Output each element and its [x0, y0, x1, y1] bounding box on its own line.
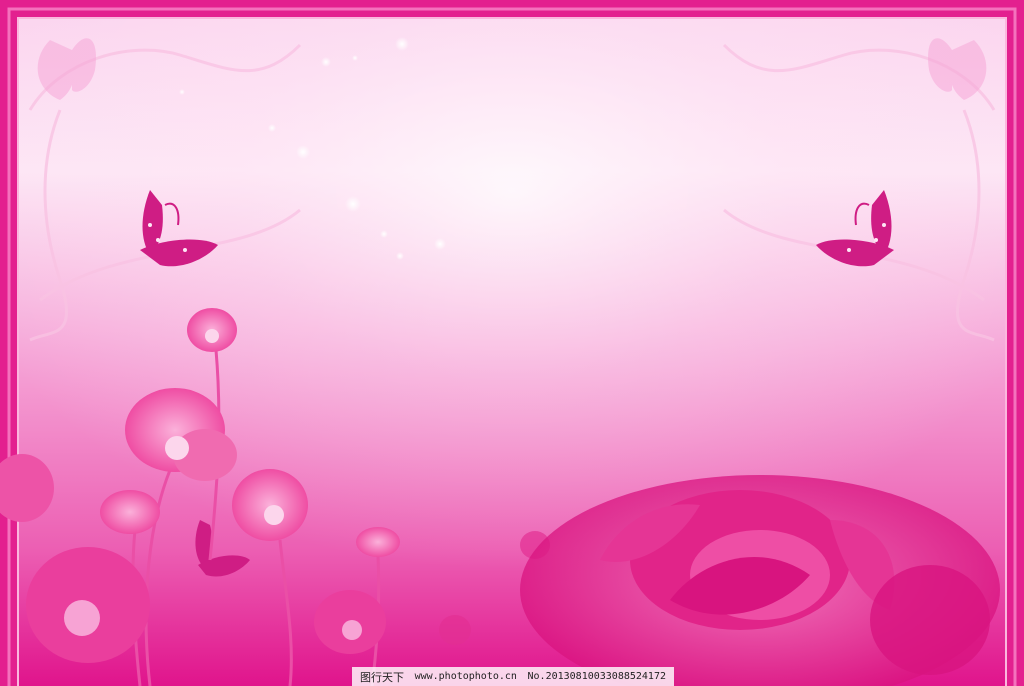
poppy-flower-icon — [26, 547, 150, 663]
poppy-flower-icon — [356, 527, 400, 557]
poppy-flower-icon — [187, 308, 237, 352]
watermark-url: www.photophoto.cn — [414, 671, 517, 682]
watermark-bar: 图行天下 www.photophoto.cn No.20130810033088… — [352, 667, 674, 686]
poppy-flower-icon — [314, 590, 386, 654]
background-art: 图行天下 www.photophoto.cn No.20130810033088… — [0, 0, 1024, 686]
watermark-serial: No.20130810033088524172 — [527, 671, 666, 682]
watermark-site-name: 图行天下 — [360, 670, 404, 684]
poppy-flower-icon — [232, 469, 308, 541]
poppy-flower-icon — [100, 490, 160, 534]
pink-floral-artwork — [0, 0, 1024, 686]
